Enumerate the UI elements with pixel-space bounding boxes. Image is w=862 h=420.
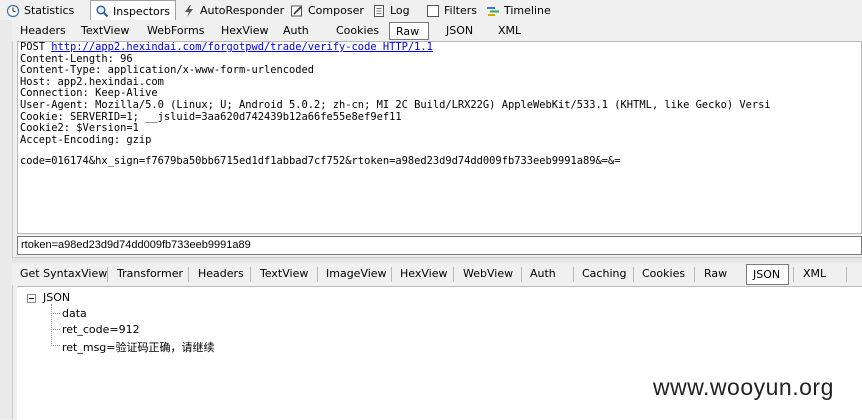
tab-composer-label: Composer — [308, 4, 364, 17]
tab-statistics[interactable]: Statistics — [2, 1, 88, 20]
response-tab-hexview[interactable]: HexView — [394, 264, 453, 285]
request-body: code=016174&hx_sign=f7679ba50bb6715ed1df… — [20, 155, 621, 168]
request-tab-auth[interactable]: Auth — [277, 22, 315, 40]
response-tab-headers[interactable]: Headers — [192, 264, 250, 285]
tab-log-label: Log — [390, 4, 410, 17]
request-method: POST — [20, 41, 52, 53]
request-tab-xml[interactable]: XML — [492, 22, 527, 40]
tab-composer[interactable]: Composer — [286, 1, 364, 20]
raw-request-view[interactable]: POST http://app2.hexindai.com/forgotpwd/… — [17, 41, 862, 234]
request-url-link[interactable]: http://app2.hexindai.com/forgotpwd/trade… — [51, 42, 433, 53]
tree-node-ret-code[interactable]: ret_code=912 — [62, 323, 140, 336]
timeline-icon — [486, 4, 500, 18]
tab-log[interactable]: Log — [368, 1, 418, 20]
response-tab-json[interactable]: JSON — [746, 264, 789, 285]
tab-filters[interactable]: Filters — [422, 1, 478, 20]
main-tab-strip: Statistics Inspectors AutoResponder Comp… — [0, 0, 862, 21]
lightning-icon — [182, 4, 196, 18]
tab-autoresponder-label: AutoResponder — [200, 4, 285, 17]
request-line: POST http://app2.hexindai.com/forgotpwd/… — [18, 42, 861, 54]
tab-filters-label: Filters — [444, 4, 477, 17]
log-icon — [372, 4, 386, 18]
response-tab-raw[interactable]: Raw — [698, 264, 733, 285]
tab-statistics-label: Statistics — [24, 4, 75, 17]
request-tab-cookies[interactable]: Cookies — [330, 22, 385, 40]
response-tab-auth[interactable]: Auth — [524, 264, 562, 285]
tab-autoresponder[interactable]: AutoResponder — [178, 1, 285, 20]
tree-node-data[interactable]: data — [62, 307, 87, 320]
response-tab-xml[interactable]: XML — [797, 264, 832, 285]
request-inspector-tabs: Headers TextView WebForms HexView Auth C… — [12, 20, 862, 41]
clock-icon — [6, 4, 20, 18]
tree-node-root[interactable]: JSON — [43, 291, 70, 304]
session-list-edge[interactable] — [0, 20, 13, 419]
tab-timeline-label: Timeline — [504, 4, 551, 17]
request-tab-raw[interactable]: Raw — [389, 22, 429, 40]
tab-inspectors-label: Inspectors — [113, 4, 171, 18]
selection-input[interactable]: rtoken=a98ed23d9d74dd009fb733eeb9991a89 — [17, 236, 862, 255]
response-tab-cookies[interactable]: Cookies — [636, 264, 691, 285]
header-line: Cookie: SERVERID=1; __jsluid=3aa620d7424… — [20, 110, 402, 123]
request-tab-hexview[interactable]: HexView — [215, 22, 274, 40]
header-line: Cookie2: $Version=1 — [20, 122, 139, 135]
request-tab-headers[interactable]: Headers — [14, 22, 72, 40]
pencil-icon — [290, 4, 304, 18]
magnifier-icon — [95, 4, 109, 18]
response-tab-imageview[interactable]: ImageView — [320, 264, 393, 285]
checkbox-icon — [426, 4, 440, 18]
tree-node-ret-msg[interactable]: ret_msg=验证码正确，请继续 — [62, 339, 215, 355]
request-tab-webforms[interactable]: WebForms — [141, 22, 210, 40]
response-tab-caching[interactable]: Caching — [576, 264, 632, 285]
header-line: Accept-Encoding: gzip — [20, 133, 152, 146]
response-inspector-tabs: Get SyntaxView Transformer Headers TextV… — [12, 263, 862, 285]
response-tab-transformer[interactable]: Transformer — [111, 264, 189, 285]
request-tab-textview[interactable]: TextView — [75, 22, 135, 40]
response-tab-get-syntaxview[interactable]: Get SyntaxView — [14, 264, 113, 285]
tab-timeline[interactable]: Timeline — [482, 1, 552, 20]
header-line: User-Agent: Mozilla/5.0 (Linux; U; Andro… — [20, 98, 771, 111]
collapse-toggle-icon[interactable] — [27, 294, 36, 303]
response-tab-webview[interactable]: WebView — [457, 264, 519, 285]
watermark: www.wooyun.org — [653, 374, 834, 400]
request-tab-json[interactable]: JSON — [440, 22, 479, 40]
tab-inspectors[interactable]: Inspectors — [90, 0, 176, 21]
response-tab-textview[interactable]: TextView — [254, 264, 314, 285]
